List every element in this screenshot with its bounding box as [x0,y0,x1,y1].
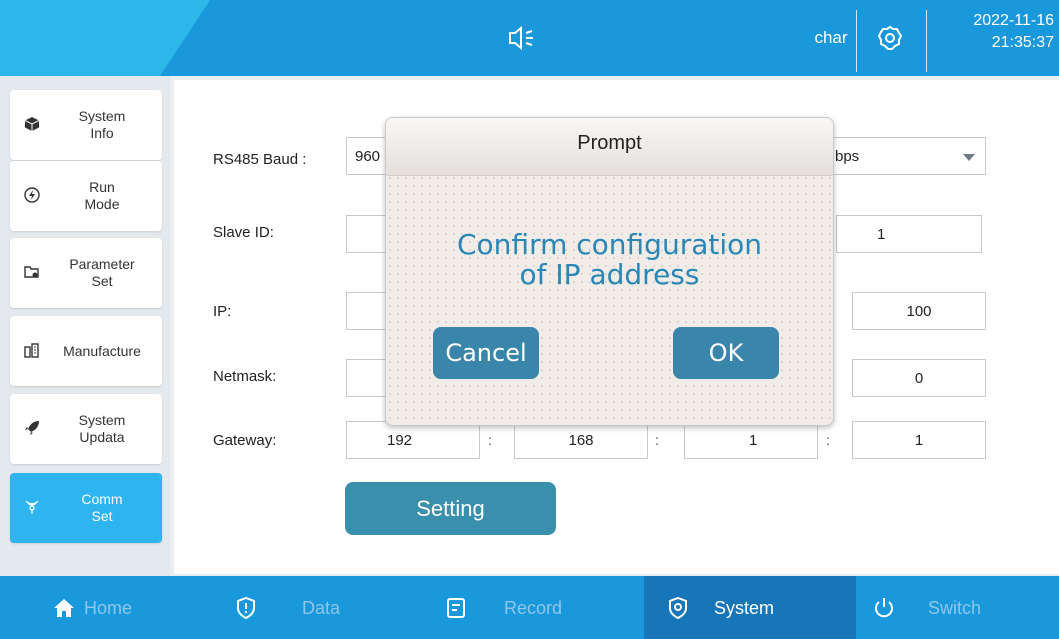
datetime-display: 2022-11-16 21:35:37 [934,10,1054,54]
power-icon [875,598,893,618]
baud-unit: bps [835,147,860,165]
ip-octet-4-value: 100 [906,302,932,320]
nav-label: Record [504,598,563,618]
sidebar-item-label: Comm Set [81,491,123,524]
factory-icon [24,343,39,358]
nav-label: Switch [928,598,982,618]
speaker-icon[interactable] [506,24,536,52]
dialog-title: Prompt [577,132,642,154]
separator: : [655,432,659,448]
sidebar-item-run-mode[interactable]: Run Mode [10,161,162,231]
prompt-dialog: Prompt Confirm configuration of IP addre… [385,117,834,426]
nav-label: Data [302,598,341,618]
sidebar-item-system-updata[interactable]: System Updata [10,394,162,464]
slave-id-label: Slave ID: [213,224,274,241]
sidebar-item-manufacture[interactable]: Manufacture [10,316,162,386]
time-text: 21:35:37 [991,34,1054,51]
dialog-message-line: Confirm configuration [457,228,762,261]
gateway-octet-3[interactable]: 1 [684,421,818,459]
sidebar-item-label: Run Mode [84,179,120,212]
baud-value: 960 [355,147,381,165]
nav-item-record[interactable]: Record [424,576,644,639]
netmask-octet-4-value: 0 [914,369,924,387]
dialog-message-line: of IP address [519,258,700,291]
sidebar-item-system-info[interactable]: System Info [10,90,162,160]
sidebar-item-label: System Info [78,108,126,141]
baud-label: RS485 Baud : [213,151,307,168]
dialog-message: Confirm configuration of IP address [386,230,833,290]
gateway-octet-4[interactable]: 1 [852,421,986,459]
gateway-label: Gateway: [213,432,277,449]
gateway-octet-2[interactable]: 168 [514,421,648,459]
gateway-octet-3-value: 1 [749,431,758,449]
header-divider [856,10,857,72]
netmask-octet-4[interactable]: 0 [852,359,986,397]
slave-id-field[interactable]: 1 [836,215,982,253]
sidebar-item-label: System Updata [78,412,126,445]
ip-octet-4[interactable]: 100 [852,292,986,330]
bottom-nav: Home Data Record System Switch [0,576,1059,639]
netmask-label: Netmask: [213,368,277,385]
slave-id-value: 1 [877,225,886,243]
home-icon [54,599,74,617]
setting-button[interactable]: Setting [345,482,556,535]
gateway-octet-4-value: 1 [914,431,924,449]
nav-item-home[interactable]: Home [0,576,212,639]
sidebar-item-label: Manufacture [63,342,141,359]
lightning-icon [24,187,40,203]
separator: : [488,432,492,448]
cube-icon [24,117,40,131]
gateway-octet-1-value: 192 [387,431,413,449]
system-gear-icon [669,596,687,620]
sidebar-item-parameter-set[interactable]: Parameter Set [10,238,162,308]
gateway-octet-2-value: 168 [568,431,594,449]
ip-label: IP: [213,303,232,320]
cancel-button[interactable]: Cancel [433,327,539,379]
top-header: char 2022-11-16 21:35:37 [0,0,1059,76]
settings-gear-icon[interactable] [876,24,904,52]
rocket-icon [25,421,39,435]
shield-icon [237,596,255,620]
record-icon [447,598,465,618]
header-divider [926,10,927,72]
sidebar-item-label: Parameter Set [69,256,135,289]
ok-button[interactable]: OK [673,327,779,379]
date-text: 2022-11-16 [973,12,1054,29]
folder-gear-icon [24,266,39,278]
sidebar: System Info Run Mode Parameter Set Manuf… [0,76,170,576]
chevron-down-icon [963,154,975,161]
nav-item-system[interactable]: System [644,576,856,639]
signal-icon [25,500,39,514]
nav-item-switch[interactable]: Switch [856,576,1059,639]
nav-label: System [714,598,775,618]
separator: : [826,432,830,448]
nav-label: Home [84,598,133,618]
dialog-title-bar: Prompt [386,118,833,176]
user-name[interactable]: char [805,28,857,48]
header-accent [0,0,210,76]
nav-item-data[interactable]: Data [212,576,424,639]
gateway-octet-1[interactable]: 192 [346,421,480,459]
sidebar-item-comm-set[interactable]: Comm Set [10,473,162,543]
